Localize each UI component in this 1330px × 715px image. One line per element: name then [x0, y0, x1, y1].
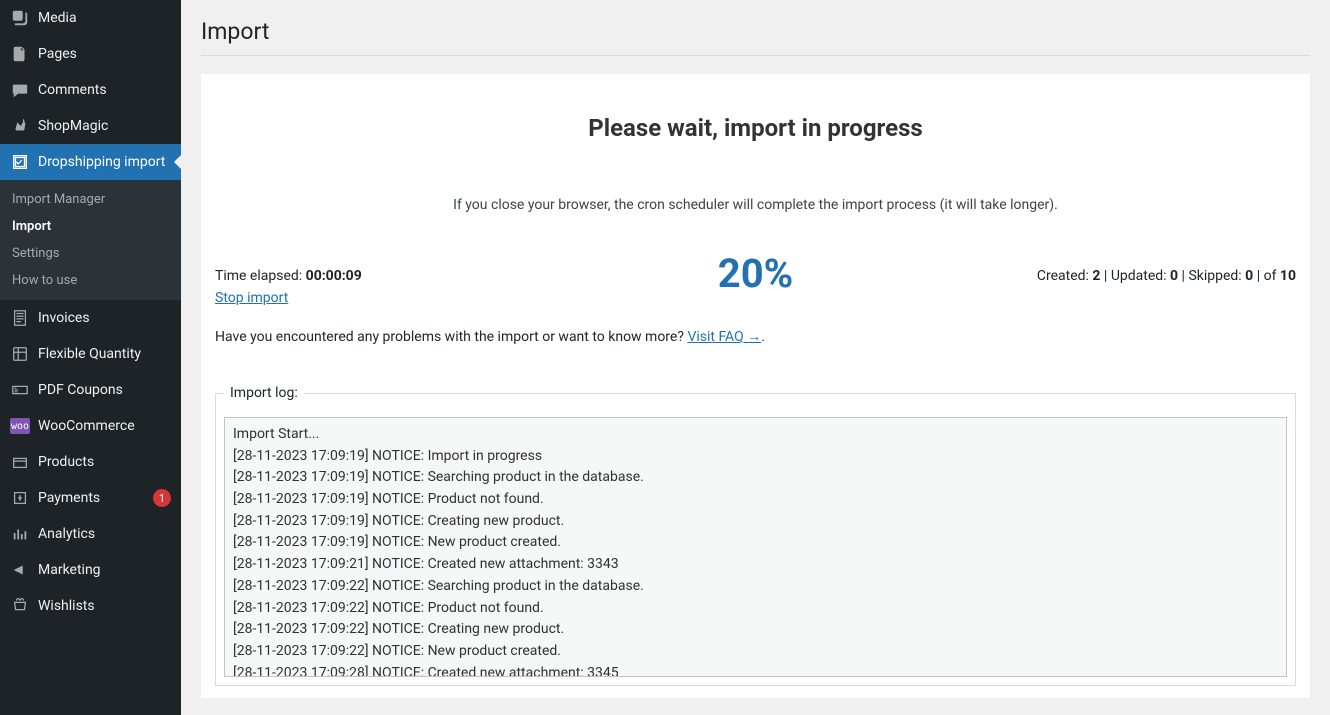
sidebar-item-payments[interactable]: Payments 1: [0, 480, 181, 516]
close-browser-note: If you close your browser, the cron sche…: [213, 197, 1298, 213]
log-line: Import Start...: [233, 424, 1278, 446]
submenu-item-settings[interactable]: Settings: [0, 240, 181, 267]
sidebar-item-label: Analytics: [38, 526, 171, 542]
log-line: [28-11-2023 17:09:19] NOTICE: Searching …: [233, 467, 1278, 489]
status-row: Time elapsed: 00:00:09 Stop import 20% C…: [213, 268, 1298, 306]
shopmagic-icon: [10, 116, 30, 136]
sidebar-item-label: WooCommerce: [38, 418, 171, 434]
time-elapsed-label: Time elapsed:: [215, 268, 306, 284]
analytics-icon: [10, 524, 30, 544]
sidebar-item-label: Wishlists: [38, 598, 171, 614]
log-line: [28-11-2023 17:09:22] NOTICE: Creating n…: [233, 619, 1278, 641]
submenu-item-import-manager[interactable]: Import Manager: [0, 186, 181, 213]
sidebar-item-shopmagic[interactable]: ShopMagic: [0, 108, 181, 144]
sep1: |: [1100, 268, 1110, 284]
of-label: of: [1264, 268, 1280, 284]
import-log-area[interactable]: Import Start...[28-11-2023 17:09:19] NOT…: [224, 417, 1287, 677]
submenu-label: Import: [12, 219, 51, 234]
stop-import-link[interactable]: Stop import: [215, 290, 288, 306]
sidebar-item-invoices[interactable]: Invoices: [0, 300, 181, 336]
pdfcoupons-icon: [10, 380, 30, 400]
log-line: [28-11-2023 17:09:22] NOTICE: Product no…: [233, 598, 1278, 620]
log-line: [28-11-2023 17:09:19] NOTICE: New produc…: [233, 532, 1278, 554]
progress-title: Please wait, import in progress: [213, 114, 1298, 142]
submenu-label: Import Manager: [12, 192, 105, 207]
sidebar-item-label: Dropshipping import: [38, 154, 171, 170]
sidebar-item-media[interactable]: Media: [0, 0, 181, 36]
log-line: [28-11-2023 17:09:21] NOTICE: Created ne…: [233, 554, 1278, 576]
import-progress-panel: Please wait, import in progress If you c…: [201, 74, 1310, 698]
pages-icon: [10, 44, 30, 64]
media-icon: [10, 8, 30, 28]
submenu-item-import[interactable]: Import: [0, 213, 181, 240]
skipped-label: Skipped:: [1188, 268, 1245, 284]
submenu-item-how-to-use[interactable]: How to use: [0, 267, 181, 294]
faq-row: Have you encountered any problems with t…: [213, 328, 1298, 345]
sidebar-submenu: Import Manager Import Settings How to us…: [0, 180, 181, 300]
updated-label: Updated:: [1111, 268, 1170, 284]
sidebar-item-comments[interactable]: Comments: [0, 72, 181, 108]
sidebar-item-dropshipping-import[interactable]: Dropshipping import: [0, 144, 181, 180]
sidebar-item-pdf-coupons[interactable]: PDF Coupons: [0, 372, 181, 408]
submenu-label: How to use: [12, 273, 77, 288]
log-line: [28-11-2023 17:09:22] NOTICE: New produc…: [233, 641, 1278, 663]
sidebar-item-label: Pages: [38, 46, 171, 62]
progress-percent: 20%: [718, 250, 793, 297]
sep3: |: [1253, 268, 1263, 284]
faq-link[interactable]: Visit FAQ →: [687, 329, 761, 345]
admin-sidebar: Media Pages Comments ShopMagic Dropshipp…: [0, 0, 181, 715]
time-elapsed-value: 00:00:09: [306, 268, 362, 284]
sidebar-item-label: ShopMagic: [38, 118, 171, 134]
flexqty-icon: [10, 344, 30, 364]
status-right: Created: 2 | Updated: 0 | Skipped: 0 | o…: [928, 268, 1296, 284]
payments-icon: [10, 488, 30, 508]
log-line: [28-11-2023 17:09:19] NOTICE: Import in …: [233, 446, 1278, 468]
status-left: Time elapsed: 00:00:09 Stop import: [215, 268, 583, 306]
submenu-label: Settings: [12, 246, 59, 261]
sidebar-item-label: Media: [38, 10, 171, 26]
sidebar-item-label: Comments: [38, 82, 171, 98]
dropship-icon: [10, 152, 30, 172]
skipped-value: 0: [1245, 268, 1253, 284]
sidebar-item-flexible-quantity[interactable]: Flexible Quantity: [0, 336, 181, 372]
payments-badge: 1: [153, 489, 171, 507]
sidebar-item-label: Products: [38, 454, 171, 470]
import-log-fieldset: Import log: Import Start...[28-11-2023 1…: [215, 385, 1296, 686]
sidebar-item-wishlists[interactable]: Wishlists: [0, 588, 181, 624]
sidebar-item-label: PDF Coupons: [38, 382, 171, 398]
log-line: [28-11-2023 17:09:22] NOTICE: Searching …: [233, 576, 1278, 598]
comments-icon: [10, 80, 30, 100]
log-line: [28-11-2023 17:09:19] NOTICE: Creating n…: [233, 511, 1278, 533]
sidebar-item-woocommerce[interactable]: woo WooCommerce: [0, 408, 181, 444]
sidebar-item-label: Marketing: [38, 562, 171, 578]
updated-value: 0: [1170, 268, 1178, 284]
log-line: [28-11-2023 17:09:28] NOTICE: Created ne…: [233, 663, 1278, 677]
created-label: Created:: [1037, 268, 1093, 284]
sidebar-item-pages[interactable]: Pages: [0, 36, 181, 72]
log-line: [28-11-2023 17:09:19] NOTICE: Product no…: [233, 489, 1278, 511]
sidebar-item-label: Flexible Quantity: [38, 346, 171, 362]
woocommerce-icon: woo: [10, 416, 30, 436]
sidebar-item-label: Invoices: [38, 310, 171, 326]
sidebar-item-label: Payments: [38, 490, 147, 506]
sidebar-item-analytics[interactable]: Analytics: [0, 516, 181, 552]
wishlists-icon: [10, 596, 30, 616]
sep2: |: [1178, 268, 1188, 284]
marketing-icon: [10, 560, 30, 580]
import-log-label: Import log:: [224, 385, 304, 401]
sidebar-item-marketing[interactable]: Marketing: [0, 552, 181, 588]
main-content: Import Please wait, import in progress I…: [181, 0, 1330, 715]
products-icon: [10, 452, 30, 472]
of-value: 10: [1280, 268, 1296, 284]
faq-period: .: [761, 329, 765, 345]
page-title: Import: [201, 18, 1310, 56]
invoices-icon: [10, 308, 30, 328]
sidebar-item-products[interactable]: Products: [0, 444, 181, 480]
faq-question: Have you encountered any problems with t…: [215, 329, 687, 345]
